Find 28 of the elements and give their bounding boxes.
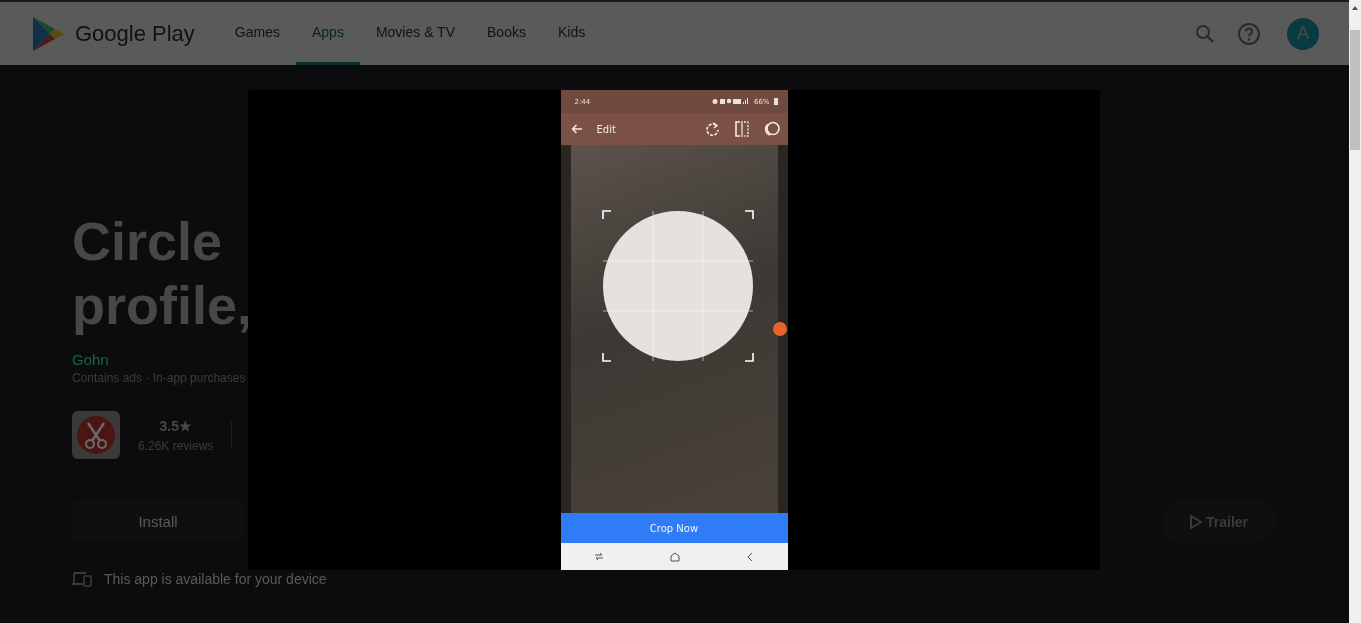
nav-tab[interactable]: Games — [218, 2, 296, 65]
status-icons — [711, 98, 750, 105]
app-title: profile, — [72, 274, 253, 337]
recent-apps-icon[interactable] — [593, 552, 604, 561]
rotate-icon[interactable] — [704, 121, 720, 137]
circle-crop-icon[interactable] — [763, 121, 780, 137]
nav-tab[interactable]: Movies & TV — [359, 2, 471, 65]
developer-link[interactable]: Gohn — [72, 351, 109, 368]
screen-title: Edit — [596, 123, 616, 135]
scissors-app-icon — [72, 411, 120, 459]
rating-value: 3.5★ — [159, 417, 192, 434]
nav-tab[interactable]: Kids — [541, 2, 602, 65]
logo-text[interactable]: Google Play — [75, 20, 195, 47]
devices-icon — [72, 571, 92, 587]
crop-handle[interactable] — [772, 322, 787, 336]
back-icon[interactable] — [746, 551, 755, 562]
crop-frame-drawing[interactable] — [601, 210, 754, 362]
back-arrow-icon[interactable] — [570, 124, 583, 134]
account-avatar[interactable]: A — [1287, 17, 1319, 50]
flip-icon[interactable] — [733, 121, 750, 137]
nav-tab[interactable]: Books — [471, 2, 542, 65]
battery-icon — [773, 98, 778, 105]
device-availability-text: This app is available for your device — [104, 571, 327, 587]
app-title: Circle — [72, 210, 224, 273]
nav-tab[interactable]: Apps — [296, 2, 360, 65]
crop-now-button[interactable]: Crop Now — [560, 513, 788, 543]
play-icon — [1190, 514, 1202, 529]
home-icon[interactable] — [670, 551, 680, 562]
